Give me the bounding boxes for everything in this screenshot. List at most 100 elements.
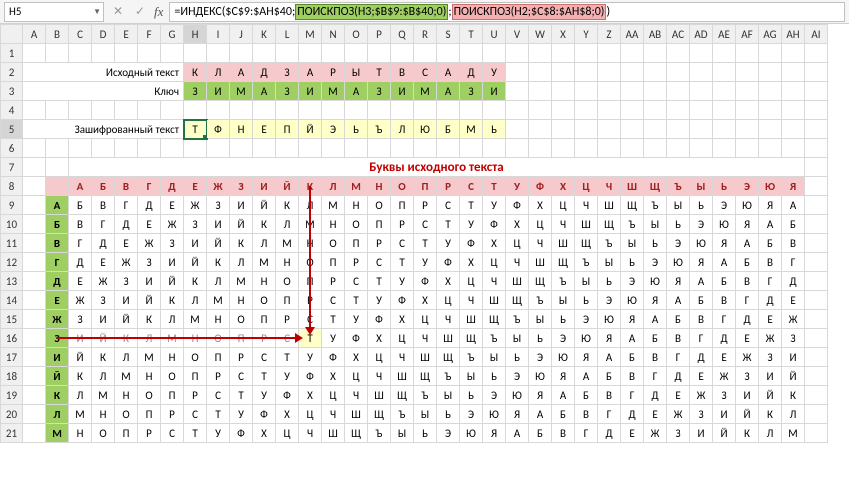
col-header[interactable]: Z: [598, 25, 621, 44]
cell[interactable]: [690, 120, 713, 139]
cell[interactable]: Е: [667, 386, 690, 405]
col-header[interactable]: S: [437, 25, 460, 44]
cell[interactable]: [230, 44, 253, 63]
cell[interactable]: [483, 139, 506, 158]
cell[interactable]: Г: [644, 367, 667, 386]
cell[interactable]: Ы: [552, 291, 575, 310]
col-header[interactable]: U: [483, 25, 506, 44]
cell[interactable]: Исходный текст: [23, 63, 184, 82]
col-header[interactable]: L: [276, 25, 299, 44]
cell[interactable]: Н: [161, 348, 184, 367]
cell[interactable]: О: [207, 329, 230, 348]
cell[interactable]: Х: [322, 367, 345, 386]
cell[interactable]: З: [92, 291, 115, 310]
cell[interactable]: [736, 101, 759, 120]
cell[interactable]: И: [115, 291, 138, 310]
cell[interactable]: Й: [184, 253, 207, 272]
cell[interactable]: Я: [575, 348, 598, 367]
cell[interactable]: Ь: [713, 177, 736, 196]
cell[interactable]: Ъ: [437, 367, 460, 386]
cell[interactable]: Ь: [667, 215, 690, 234]
cell[interactable]: К: [736, 424, 759, 443]
cell[interactable]: Г: [575, 424, 598, 443]
cell[interactable]: Ж: [736, 348, 759, 367]
cell[interactable]: Щ: [414, 367, 437, 386]
cell[interactable]: Р: [299, 291, 322, 310]
cell[interactable]: Ф: [391, 291, 414, 310]
cell[interactable]: Ю: [690, 234, 713, 253]
cell[interactable]: [552, 101, 575, 120]
cell[interactable]: И: [207, 215, 230, 234]
col-header[interactable]: AA: [621, 25, 644, 44]
cell[interactable]: А: [667, 291, 690, 310]
cell[interactable]: Ю: [736, 196, 759, 215]
cell[interactable]: [621, 63, 644, 82]
cell[interactable]: К: [115, 329, 138, 348]
col-header[interactable]: B: [46, 25, 69, 44]
cell[interactable]: Ю: [483, 405, 506, 424]
cell[interactable]: [46, 158, 69, 177]
cell[interactable]: У: [345, 310, 368, 329]
cell[interactable]: [299, 101, 322, 120]
cell[interactable]: Д: [644, 386, 667, 405]
cell[interactable]: Ц: [299, 405, 322, 424]
col-header[interactable]: R: [414, 25, 437, 44]
cell[interactable]: [23, 177, 46, 196]
cell[interactable]: С: [253, 348, 276, 367]
cell[interactable]: А: [46, 196, 69, 215]
cell[interactable]: И: [483, 82, 506, 101]
cell[interactable]: [437, 101, 460, 120]
cell[interactable]: Ы: [667, 196, 690, 215]
cell[interactable]: Е: [115, 234, 138, 253]
cell[interactable]: Н: [299, 234, 322, 253]
row-header[interactable]: 5: [1, 120, 23, 139]
cell[interactable]: К: [299, 177, 322, 196]
cell[interactable]: [713, 82, 736, 101]
cell[interactable]: Б: [667, 310, 690, 329]
cell[interactable]: М: [92, 386, 115, 405]
cell[interactable]: Ю: [759, 177, 782, 196]
cell[interactable]: А: [782, 196, 805, 215]
cell[interactable]: М: [207, 291, 230, 310]
cell[interactable]: [529, 139, 552, 158]
cell[interactable]: К: [759, 405, 782, 424]
cell[interactable]: Ч: [483, 272, 506, 291]
cell[interactable]: Б: [46, 215, 69, 234]
cell[interactable]: Ы: [598, 253, 621, 272]
cell[interactable]: Б: [644, 329, 667, 348]
cell[interactable]: Я: [506, 405, 529, 424]
cell[interactable]: А: [552, 386, 575, 405]
cell[interactable]: Ы: [460, 367, 483, 386]
cell[interactable]: З: [207, 196, 230, 215]
cell[interactable]: [759, 120, 782, 139]
cell[interactable]: Ы: [644, 215, 667, 234]
cell[interactable]: Б: [92, 177, 115, 196]
cell[interactable]: [115, 44, 138, 63]
cell[interactable]: [115, 139, 138, 158]
cell[interactable]: Г: [713, 310, 736, 329]
cell[interactable]: А: [345, 82, 368, 101]
cell[interactable]: З: [690, 405, 713, 424]
cell[interactable]: Й: [736, 405, 759, 424]
cell[interactable]: Ж: [69, 291, 92, 310]
cell[interactable]: [644, 139, 667, 158]
cell[interactable]: К: [69, 367, 92, 386]
cell[interactable]: О: [161, 367, 184, 386]
cell[interactable]: [207, 44, 230, 63]
cell[interactable]: Е: [46, 291, 69, 310]
cell[interactable]: Ключ: [23, 82, 184, 101]
cell[interactable]: Ж: [644, 424, 667, 443]
col-header[interactable]: H: [184, 25, 207, 44]
cell[interactable]: Р: [414, 196, 437, 215]
cell[interactable]: [184, 101, 207, 120]
cell[interactable]: Р: [253, 329, 276, 348]
cell[interactable]: [713, 139, 736, 158]
cell[interactable]: Б: [782, 215, 805, 234]
cell[interactable]: [805, 215, 828, 234]
cell[interactable]: [782, 63, 805, 82]
cell[interactable]: В: [552, 424, 575, 443]
cell[interactable]: Т: [368, 63, 391, 82]
cell[interactable]: Б: [437, 120, 460, 139]
cell[interactable]: З: [276, 82, 299, 101]
cell[interactable]: М: [46, 424, 69, 443]
